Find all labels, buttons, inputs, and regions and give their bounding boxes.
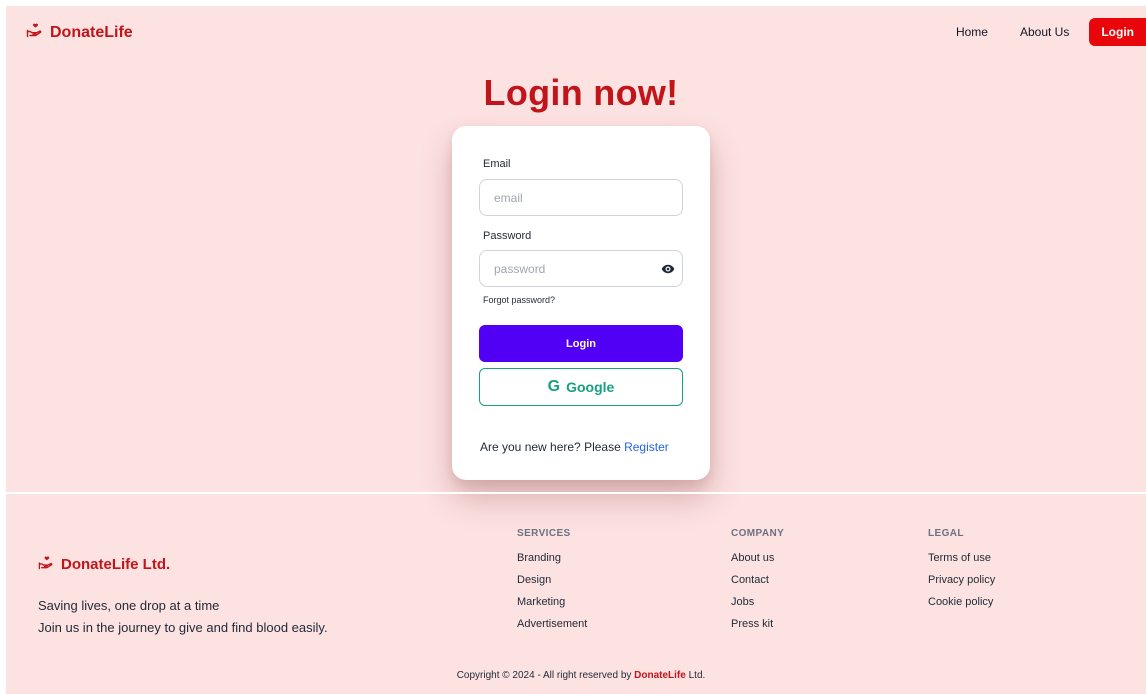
footer-column-company: COMPANY About us Contact Jobs Press kit	[731, 528, 784, 639]
nav-links: Home About Us Login	[940, 18, 1146, 46]
forgot-password-link[interactable]: Forgot password?	[483, 295, 555, 305]
footer-link-cookie[interactable]: Cookie policy	[928, 595, 995, 617]
footer-column-title: COMPANY	[731, 528, 785, 539]
register-prompt-text: Are you new here? Please	[480, 440, 625, 454]
copyright-brand: DonateLife	[634, 670, 686, 681]
register-link[interactable]: Register	[624, 440, 669, 454]
footer-link-design[interactable]: Design	[517, 573, 587, 595]
email-input[interactable]	[479, 179, 683, 216]
footer-column-title: LEGAL	[928, 528, 964, 539]
page: DonateLife Home About Us Login Login now…	[6, 6, 1146, 694]
nav-home[interactable]: Home	[940, 19, 1004, 45]
navbar: DonateLife Home About Us Login	[6, 6, 1146, 58]
footer-column-title: SERVICES	[517, 528, 571, 539]
login-button[interactable]: Login	[479, 325, 683, 362]
footer-link-branding[interactable]: Branding	[517, 551, 587, 573]
footer-brand-name: DonateLife Ltd.	[61, 556, 171, 573]
footer-column-services: SERVICES Branding Design Marketing Adver…	[517, 528, 587, 639]
copyright-prefix: Copyright © 2024 - All right reserved by	[456, 670, 635, 681]
google-button-label: Google	[566, 379, 615, 395]
footer-link-press-kit[interactable]: Press kit	[731, 617, 784, 639]
footer-link-privacy[interactable]: Privacy policy	[928, 573, 995, 595]
footer-column-legal: LEGAL Terms of use Privacy policy Cookie…	[928, 528, 995, 617]
google-icon: G	[547, 378, 561, 395]
password-input[interactable]	[479, 250, 683, 287]
copyright: Copyright © 2024 - All right reserved by…	[6, 670, 1146, 681]
footer-link-about-us[interactable]: About us	[731, 551, 784, 573]
footer-tagline-2: Join us in the journey to give and find …	[38, 620, 328, 635]
footer-link-marketing[interactable]: Marketing	[517, 595, 587, 617]
page-title: Login now!	[483, 72, 679, 113]
brand-logo[interactable]: DonateLife	[26, 22, 133, 43]
email-label: Email	[483, 158, 511, 170]
footer-link-contact[interactable]: Contact	[731, 573, 784, 595]
footer-link-advertisement[interactable]: Advertisement	[517, 617, 587, 639]
footer-link-terms[interactable]: Terms of use	[928, 551, 995, 573]
section-divider	[6, 492, 1146, 494]
nav-login-button[interactable]: Login	[1089, 18, 1146, 46]
footer-tagline-1: Saving lives, one drop at a time	[38, 598, 220, 613]
nav-about-us[interactable]: About Us	[1004, 19, 1085, 45]
copyright-suffix: Ltd.	[685, 670, 706, 681]
footer-link-jobs[interactable]: Jobs	[731, 595, 784, 617]
eye-icon[interactable]	[661, 262, 675, 276]
hand-heart-icon	[26, 22, 42, 43]
hand-heart-icon	[38, 555, 53, 574]
brand-name: DonateLife	[50, 23, 133, 41]
register-prompt: Are you new here? Please Register	[480, 440, 669, 454]
login-card: Email Password Forgot password? Login G …	[452, 126, 710, 480]
footer-brand: DonateLife Ltd.	[38, 555, 170, 574]
google-login-button[interactable]: G Google	[479, 368, 683, 406]
password-label: Password	[483, 230, 532, 242]
